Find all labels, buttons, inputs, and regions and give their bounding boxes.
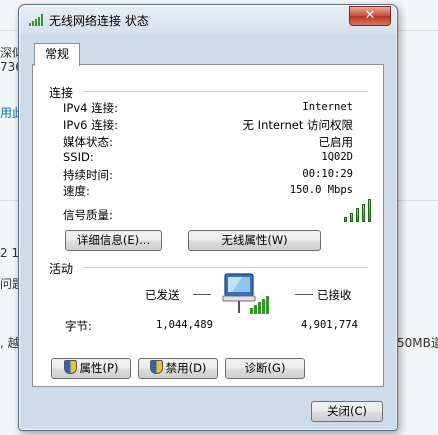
bytes-label: 字节: <box>65 319 92 333</box>
sent-label: 已发送 <box>145 288 180 302</box>
duration-value: 00:10:29 <box>302 168 353 180</box>
bytes-received-value: 4,901,774 <box>301 319 358 331</box>
received-label: 已接收 <box>317 288 352 302</box>
ipv4-label: IPv4 连接: <box>63 101 118 115</box>
network-computer-icon <box>222 272 272 318</box>
duration-label: 持续时间: <box>63 168 113 182</box>
diagnose-button[interactable]: 诊断(G) <box>225 358 305 379</box>
uac-shield-icon <box>149 360 163 374</box>
signal-quality-icon <box>344 198 374 222</box>
wireless-properties-button[interactable]: 无线属性(W) <box>188 230 321 251</box>
sent-line <box>193 294 211 295</box>
wireless-status-dialog: 无线网络连接 状态 ✕ 常规 连接 IPv4 连接: Internet IPv6… <box>18 4 398 431</box>
properties-button[interactable]: 属性(P) <box>51 358 131 379</box>
signal-bar <box>362 203 365 222</box>
bytes-sent-value: 1,044,489 <box>156 319 213 331</box>
wireless-signal-icon <box>29 14 43 26</box>
speed-value: 150.0 Mbps <box>289 184 353 196</box>
ipv6-label: IPv6 连接: <box>63 118 118 132</box>
received-line <box>295 294 313 295</box>
connection-heading: 连接 <box>49 86 74 100</box>
window-close-button[interactable]: ✕ <box>349 6 391 26</box>
tab-panel-general: 连接 IPv4 连接: Internet IPv6 连接: 无 Internet… <box>32 64 384 387</box>
signal-bar <box>350 212 353 222</box>
signal-bar <box>344 217 347 222</box>
close-button[interactable]: 关闭(C) <box>311 401 383 422</box>
background-text: , 越 <box>0 336 20 350</box>
disable-button-label: 禁用(D) <box>165 361 207 375</box>
signal-quality-label: 信号质量: <box>63 208 113 222</box>
ssid-value: 1Q02D <box>321 151 353 163</box>
ssid-label: SSID: <box>63 150 94 164</box>
signal-bar <box>368 199 371 222</box>
media-state-label: 媒体状态: <box>63 135 113 149</box>
uac-shield-icon <box>63 360 77 374</box>
close-icon: ✕ <box>364 8 376 23</box>
tab-general[interactable]: 常规 <box>34 43 80 66</box>
ipv4-value: Internet <box>302 101 353 113</box>
section-divider <box>83 91 368 92</box>
section-divider <box>83 267 368 268</box>
signal-bar <box>356 208 359 222</box>
title-bar[interactable]: 无线网络连接 状态 ✕ <box>19 5 397 33</box>
disable-button[interactable]: 禁用(D) <box>138 358 218 379</box>
background-text: 50MB道 <box>397 336 438 350</box>
properties-button-label: 属性(P) <box>79 361 119 375</box>
ipv6-value: 无 Internet 访问权限 <box>242 118 353 132</box>
media-state-value: 已启用 <box>318 135 354 149</box>
activity-heading: 活动 <box>49 262 74 276</box>
details-button[interactable]: 详细信息(E)... <box>65 230 162 251</box>
speed-label: 速度: <box>63 184 90 198</box>
window-title: 无线网络连接 状态 <box>49 14 149 28</box>
